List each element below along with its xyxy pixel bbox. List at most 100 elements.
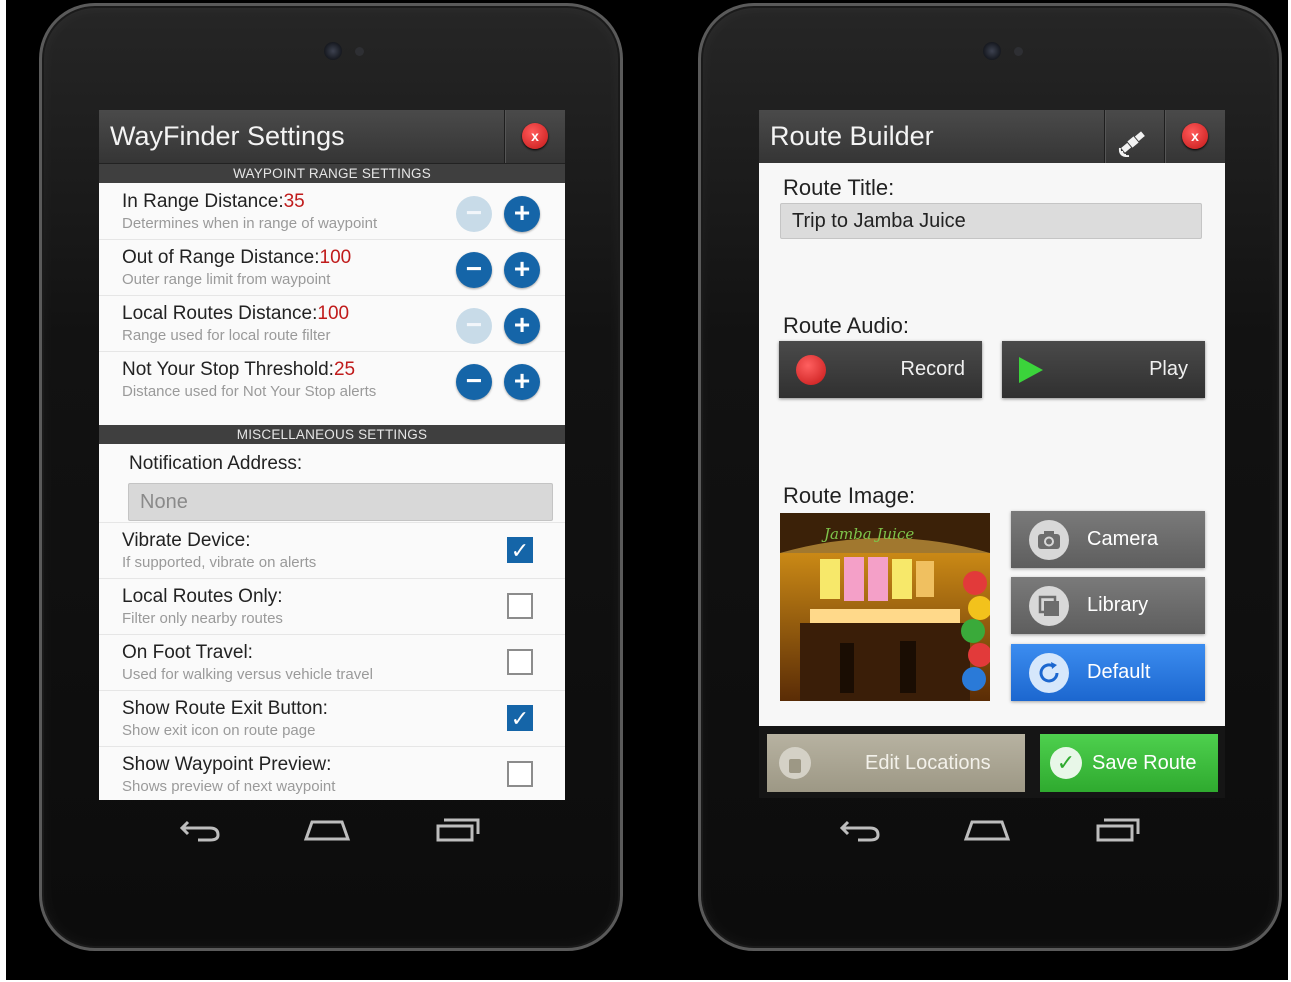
- route-image-thumbnail[interactable]: Jamba Juice: [780, 513, 990, 701]
- decrease-button[interactable]: −: [456, 364, 492, 400]
- edit-locations-icon: [779, 747, 811, 779]
- increase-button[interactable]: +: [504, 252, 540, 288]
- row-description: Distance used for Not Your Stop alerts: [122, 383, 377, 400]
- play-icon: [1019, 357, 1043, 383]
- default-button[interactable]: Default: [1011, 644, 1205, 701]
- builder-titlebar: Route Builder x: [759, 110, 1225, 164]
- row-label: Show Waypoint Preview:: [122, 754, 332, 775]
- notification-address-group: Notification Address: None: [99, 444, 565, 523]
- misc-section-header: MISCELLANEOUS SETTINGS: [99, 425, 565, 444]
- row-description: Determines when in range of waypoint: [122, 215, 378, 232]
- recents-nav-icon[interactable]: [432, 812, 482, 846]
- settings-screen: WayFinder Settings x WAYPOINT RANGE SETT…: [99, 110, 565, 800]
- route-audio-label: Route Audio:: [783, 313, 909, 338]
- back-nav-icon[interactable]: [174, 812, 224, 846]
- row-description: If supported, vibrate on alerts: [122, 554, 317, 571]
- increase-button[interactable]: +: [504, 196, 540, 232]
- record-label: Record: [900, 358, 965, 380]
- recents-nav-icon[interactable]: [1092, 812, 1142, 846]
- save-route-button[interactable]: ✓ Save Route: [1040, 734, 1218, 792]
- row-value: 100: [317, 303, 350, 324]
- range-settings-list: In Range Distance:35 Determines when in …: [99, 183, 565, 425]
- library-label: Library: [1087, 594, 1149, 616]
- local-routes-checkbox[interactable]: [507, 593, 533, 619]
- row-label: Out of Range Distance:: [122, 247, 320, 268]
- check-row-vibrate[interactable]: Vibrate Device: If supported, vibrate on…: [99, 523, 565, 579]
- decrease-button[interactable]: −: [456, 252, 492, 288]
- edit-locations-button[interactable]: Edit Locations: [767, 734, 1025, 792]
- row-label: Vibrate Device:: [122, 530, 251, 551]
- builder-close-button[interactable]: x: [1182, 123, 1208, 149]
- increase-button[interactable]: +: [504, 364, 540, 400]
- route-title-input[interactable]: Trip to Jamba Juice: [780, 203, 1202, 239]
- row-description: Range used for local route filter: [122, 327, 331, 344]
- on-foot-checkbox[interactable]: [507, 649, 533, 675]
- increase-button[interactable]: +: [504, 308, 540, 344]
- home-nav-icon[interactable]: [302, 812, 352, 846]
- waypoint-preview-checkbox[interactable]: [507, 761, 533, 787]
- range-row-local-routes: Local Routes Distance:100 Range used for…: [99, 296, 565, 352]
- sensor-icon: [355, 47, 364, 56]
- builder-body: Route Title: Trip to Jamba Juice Route A…: [759, 163, 1225, 726]
- front-camera-icon: [983, 42, 1001, 60]
- decrease-button[interactable]: −: [456, 196, 492, 232]
- row-description: Outer range limit from waypoint: [122, 271, 331, 288]
- titlebar-divider: [504, 110, 506, 163]
- refresh-icon: [1029, 653, 1069, 693]
- row-label: Local Routes Only:: [122, 586, 283, 607]
- vibrate-checkbox[interactable]: ✓: [507, 537, 533, 563]
- record-icon: [796, 355, 826, 385]
- back-nav-icon[interactable]: [834, 812, 884, 846]
- row-description: Shows preview of next waypoint: [122, 778, 336, 795]
- row-label: On Foot Travel:: [122, 642, 253, 663]
- sensor-icon: [1014, 47, 1023, 56]
- route-title-label: Route Title:: [783, 175, 895, 200]
- library-icon: [1029, 586, 1069, 626]
- camera-label: Camera: [1087, 528, 1159, 550]
- route-exit-checkbox[interactable]: ✓: [507, 705, 533, 731]
- row-label: In Range Distance:: [122, 191, 284, 212]
- front-camera-icon: [324, 42, 342, 60]
- check-row-on-foot[interactable]: On Foot Travel: Used for walking versus …: [99, 635, 565, 691]
- checkmark-icon: ✓: [1050, 747, 1082, 779]
- camera-button[interactable]: Camera: [1011, 511, 1205, 568]
- route-builder-screen: Route Builder x Route Title: Trip to Jam…: [759, 110, 1225, 798]
- home-nav-icon[interactable]: [962, 812, 1012, 846]
- save-route-label: Save Route: [1092, 752, 1197, 774]
- image-sign-text: Jamba Juice: [824, 525, 915, 543]
- play-button[interactable]: Play: [1002, 341, 1205, 398]
- library-button[interactable]: Library: [1011, 577, 1205, 634]
- row-description: Filter only nearby routes: [122, 610, 283, 627]
- camera-icon: [1029, 520, 1069, 560]
- settings-close-button[interactable]: x: [522, 123, 548, 149]
- titlebar-divider: [1164, 110, 1166, 163]
- settings-title: WayFinder Settings: [110, 121, 345, 151]
- row-description: Show exit icon on route page: [122, 722, 316, 739]
- notification-address-label: Notification Address:: [99, 444, 565, 475]
- decrease-button[interactable]: −: [456, 308, 492, 344]
- row-label: Local Routes Distance:: [122, 303, 318, 324]
- check-row-local-routes[interactable]: Local Routes Only: Filter only nearby ro…: [99, 579, 565, 635]
- check-row-route-exit[interactable]: Show Route Exit Button: Show exit icon o…: [99, 691, 565, 747]
- row-description: Used for walking versus vehicle travel: [122, 666, 373, 683]
- notification-address-input[interactable]: None: [128, 483, 553, 521]
- titlebar-divider: [1104, 110, 1106, 163]
- row-label: Show Route Exit Button:: [122, 698, 328, 719]
- row-label: Not Your Stop Threshold:: [122, 359, 334, 380]
- range-section-header: WAYPOINT RANGE SETTINGS: [99, 164, 565, 183]
- background: WayFinder Settings x WAYPOINT RANGE SETT…: [6, 0, 1288, 980]
- range-row-in-range: In Range Distance:35 Determines when in …: [99, 184, 565, 240]
- range-row-not-your-stop: Not Your Stop Threshold:25 Distance used…: [99, 352, 565, 407]
- check-row-waypoint-preview[interactable]: Show Waypoint Preview: Shows preview of …: [99, 747, 565, 800]
- route-image-label: Route Image:: [783, 483, 916, 508]
- satellite-gps-icon[interactable]: [1118, 122, 1148, 158]
- row-value: 35: [283, 191, 305, 212]
- row-value: 25: [333, 359, 356, 380]
- row-value: 100: [319, 247, 352, 268]
- builder-bottom-bar: Edit Locations ✓ Save Route: [759, 726, 1225, 798]
- range-row-out-of-range: Out of Range Distance:100 Outer range li…: [99, 240, 565, 296]
- play-label: Play: [1149, 358, 1188, 380]
- record-button[interactable]: Record: [779, 341, 982, 398]
- builder-title: Route Builder: [770, 121, 934, 151]
- default-label: Default: [1087, 661, 1151, 683]
